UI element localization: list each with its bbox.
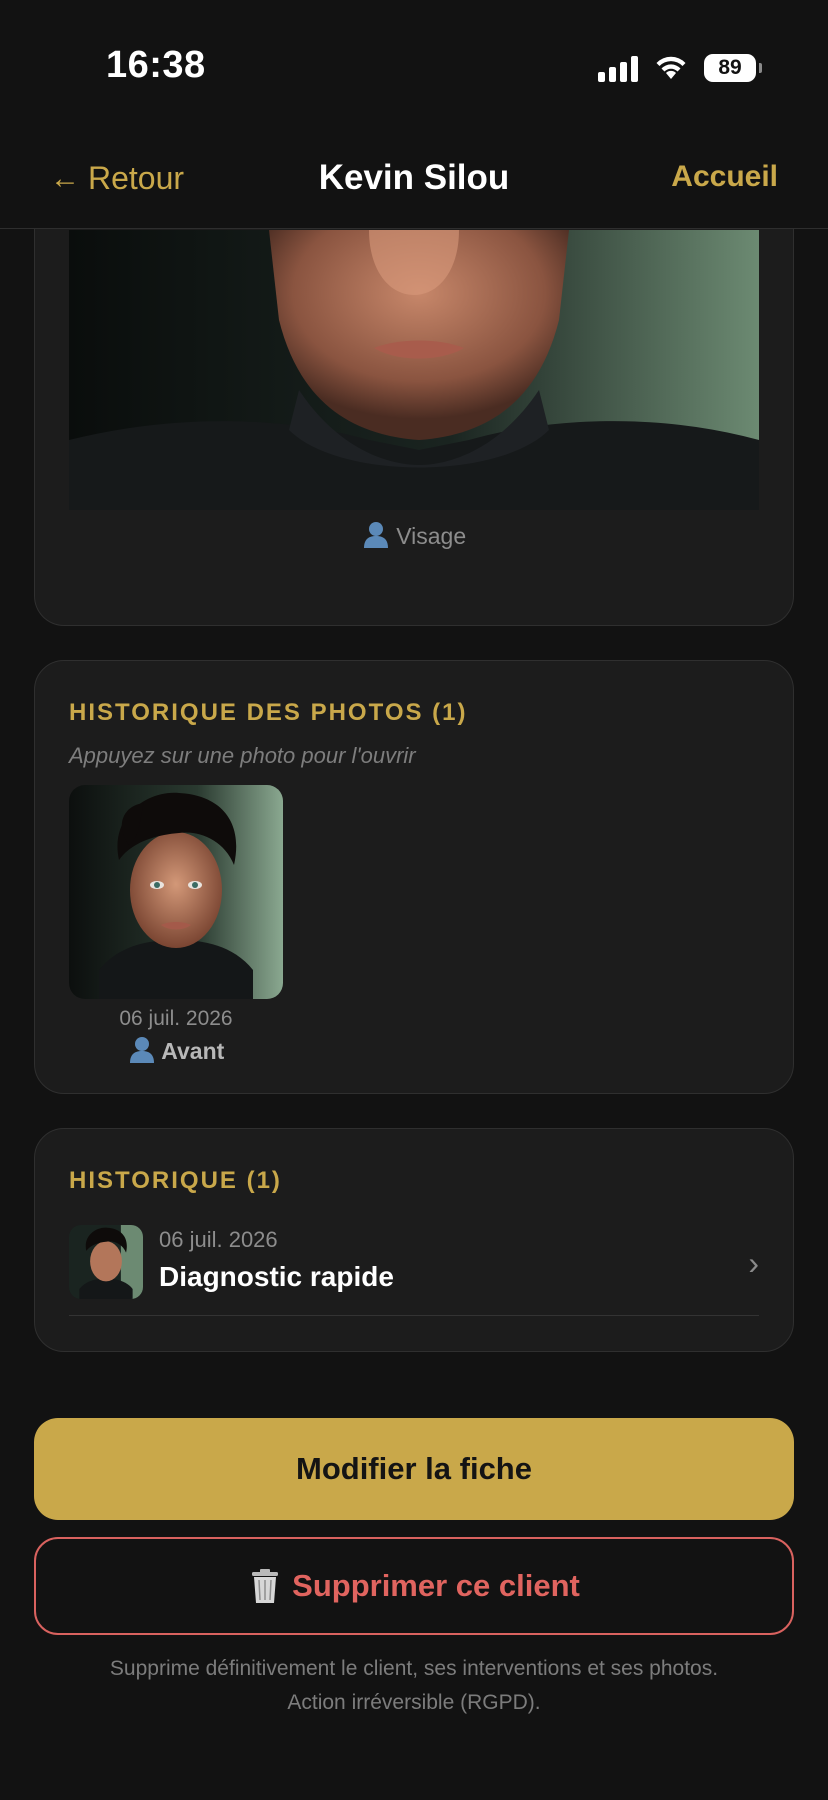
face-photo-image [69, 230, 759, 510]
delete-warning-line2: Action irréversible (RGPD). [287, 1691, 541, 1714]
battery-level: 89 [718, 56, 742, 79]
history-row[interactable]: 06 juil. 2026 Diagnostic rapide › [69, 1225, 759, 1316]
chevron-right-icon: › [748, 1245, 759, 1281]
home-button[interactable]: Accueil [671, 160, 778, 194]
edit-client-button[interactable]: Modifier la fiche [34, 1418, 794, 1520]
photo-caption-label: Visage [396, 523, 467, 549]
client-detail-screen: 16:38 89 Visage ← Retour Kevin Silou Acc… [0, 0, 828, 1800]
photo-tag-label: Avant [161, 1038, 225, 1064]
back-button[interactable]: ← Retour [50, 160, 184, 197]
history-row-date: 06 juil. 2026 [159, 1227, 278, 1252]
history-row-thumbnail [69, 1225, 143, 1299]
photo-tag: Avant [69, 1035, 283, 1065]
person-icon [363, 522, 388, 548]
status-time: 16:38 [106, 44, 206, 86]
photo-history-title: HISTORIQUE DES PHOTOS (1) [69, 699, 468, 726]
portrait-image [69, 785, 283, 999]
delete-warning: Supprime définitivement le client, ses i… [34, 1652, 794, 1720]
photo-date: 06 juil. 2026 [119, 1007, 233, 1030]
status-icons: 89 [598, 50, 762, 86]
main-photo-card: Visage [34, 170, 794, 626]
portrait-image [69, 1225, 143, 1299]
nav-header: ← Retour Kevin Silou Accueil [0, 132, 828, 229]
face-photo[interactable] [69, 230, 759, 510]
history-title: HISTORIQUE (1) [69, 1167, 282, 1194]
signal-icon [598, 54, 638, 82]
back-label: Retour [88, 160, 185, 196]
status-bar: 16:38 89 [0, 0, 828, 132]
photo-history-card: HISTORIQUE DES PHOTOS (1) Appuyez sur un… [34, 660, 794, 1094]
delete-client-button[interactable]: Supprimer ce client [34, 1537, 794, 1635]
edit-client-label: Modifier la fiche [296, 1451, 532, 1486]
battery-icon: 89 [704, 54, 762, 82]
back-arrow-icon: ← [50, 161, 80, 195]
photo-caption: Visage [35, 520, 793, 550]
history-row-title: Diagnostic rapide [159, 1261, 394, 1292]
history-card: HISTORIQUE (1) 06 juil. 2026 Diagnostic … [34, 1128, 794, 1352]
photo-thumbnail[interactable] [69, 785, 283, 999]
trash-icon [252, 1569, 279, 1603]
photo-history-hint: Appuyez sur une photo pour l'ouvrir [69, 743, 416, 768]
person-icon [129, 1037, 154, 1063]
wifi-icon [656, 56, 686, 79]
delete-warning-line1: Supprime définitivement le client, ses i… [109, 1657, 719, 1680]
delete-client-label: Supprimer ce client [292, 1568, 580, 1603]
